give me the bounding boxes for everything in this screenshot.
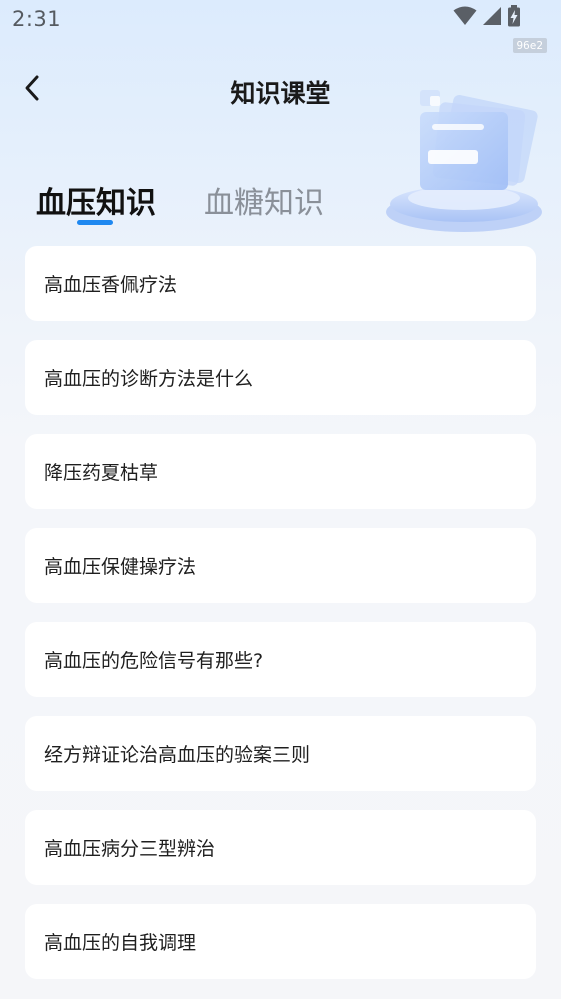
- list-item-title: 高血压香佩疗法: [44, 274, 178, 296]
- list-item-title: 高血压的自我调理: [44, 932, 197, 954]
- list-item[interactable]: 高血压的自我调理: [25, 904, 536, 979]
- page-title: 知识课堂: [230, 79, 331, 108]
- list-item[interactable]: 高血压香佩疗法: [25, 246, 536, 321]
- list-item[interactable]: 高血压的诊断方法是什么: [25, 340, 536, 415]
- nav-bar: 知识课堂: [0, 64, 561, 116]
- wifi-icon: [453, 6, 477, 30]
- list-item-title: 高血压的诊断方法是什么: [44, 368, 254, 390]
- list-item[interactable]: 高血压保健操疗法: [25, 528, 536, 603]
- status-icons: [453, 5, 521, 31]
- status-tag: 96e2: [512, 38, 547, 53]
- list-item[interactable]: 降压药夏枯草: [25, 434, 536, 509]
- status-time: 2:31: [12, 7, 62, 31]
- tab-blood-pressure[interactable]: 血压知识: [36, 178, 156, 222]
- list-item[interactable]: 高血压的危险信号有那些?: [25, 622, 536, 697]
- battery-charging-icon: [507, 5, 521, 31]
- cellular-signal-icon: [482, 6, 502, 30]
- list-item-title: 高血压的危险信号有那些?: [44, 650, 264, 672]
- list-item-title: 高血压保健操疗法: [44, 556, 197, 578]
- tab-blood-sugar[interactable]: 血糖知识: [204, 178, 324, 222]
- list-item-title: 经方辩证论治高血压的验案三则: [44, 744, 311, 766]
- article-list: 高血压香佩疗法 高血压的诊断方法是什么 降压药夏枯草 高血压保健操疗法 高血压的…: [25, 246, 536, 998]
- list-item[interactable]: 经方辩证论治高血压的验案三则: [25, 716, 536, 791]
- status-bar: 2:31 96e2: [0, 0, 561, 53]
- list-item[interactable]: 高血压病分三型辨治: [25, 810, 536, 885]
- list-item-title: 高血压病分三型辨治: [44, 838, 216, 860]
- list-item-title: 降压药夏枯草: [44, 462, 159, 484]
- tab-active-indicator: [77, 220, 113, 225]
